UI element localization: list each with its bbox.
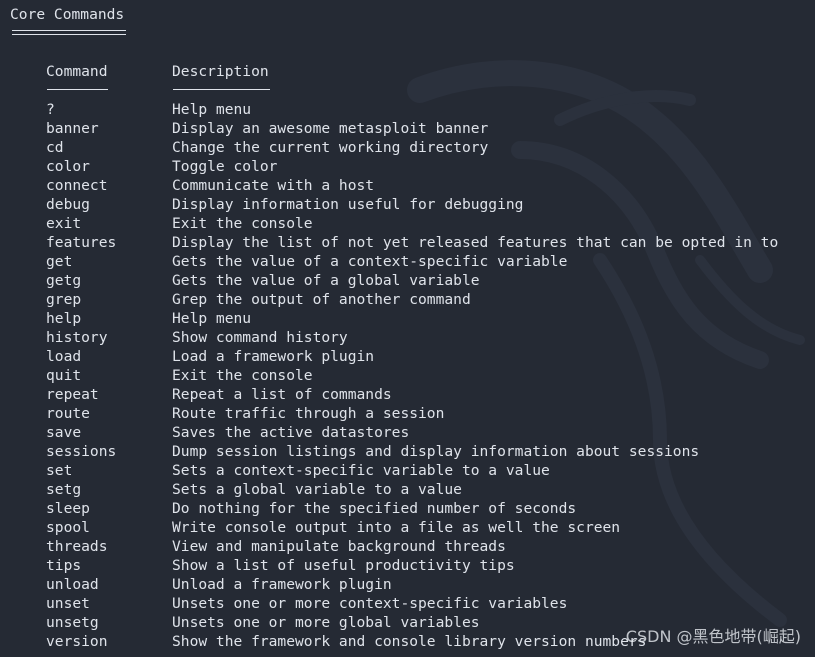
table-row: tips Show a list of useful productivity t… [0, 556, 815, 575]
table-row: connect Communicate with a host [0, 176, 815, 195]
command-description: Dump session listings and display inform… [172, 443, 700, 460]
command-name: cd [46, 139, 64, 156]
command-name: banner [46, 120, 99, 137]
command-description: Load a framework plugin [172, 348, 375, 365]
command-description: Gets the value of a global variable [172, 272, 480, 289]
command-name: history [46, 329, 108, 346]
command-description: Display an awesome metasploit banner [172, 120, 489, 137]
command-name: get [46, 253, 73, 270]
command-description: Show a list of useful productivity tips [172, 557, 515, 574]
terminal-window[interactable]: Core Commands Command Description ? Help … [0, 0, 815, 657]
command-name: unset [46, 595, 90, 612]
command-description: Saves the active datastores [172, 424, 410, 441]
command-name: unsetg [46, 614, 99, 631]
command-name: tips [46, 557, 82, 574]
column-header-command: Command [46, 63, 108, 80]
command-name: debug [46, 196, 90, 213]
column-header-description-underline [173, 89, 270, 90]
command-description: Sets a global variable to a value [172, 481, 462, 498]
command-description: Change the current working directory [172, 139, 489, 156]
command-description: Gets the value of a context-specific var… [172, 253, 568, 270]
command-name: quit [46, 367, 82, 384]
title-double-underline [12, 30, 126, 35]
command-description: Write console output into a file as well… [172, 519, 621, 536]
command-name: connect [46, 177, 108, 194]
table-row: banner Display an awesome metasploit bann… [0, 119, 815, 138]
table-row: route Route traffic through a session [0, 404, 815, 423]
command-description: Show the framework and console library v… [172, 633, 647, 650]
command-description: Display the list of not yet released fea… [172, 234, 779, 251]
command-name: exit [46, 215, 82, 232]
command-name: threads [46, 538, 108, 555]
table-row: cd Change the current working directory [0, 138, 815, 157]
table-row: ? Help menu [0, 100, 815, 119]
column-header-description: Description [172, 63, 269, 80]
command-name: save [46, 424, 82, 441]
column-header-command-underline [47, 89, 108, 90]
table-row: set Sets a context-specific variable to a… [0, 461, 815, 480]
command-name: load [46, 348, 82, 365]
table-row: color Toggle color [0, 157, 815, 176]
command-description: Communicate with a host [172, 177, 375, 194]
command-description: Unload a framework plugin [172, 576, 392, 593]
command-name: ? [46, 101, 55, 118]
table-row: sessions Dump session listings and displa… [0, 442, 815, 461]
command-table: ? Help menu banner Display an awesome metas… [0, 100, 815, 651]
command-description: Exit the console [172, 215, 313, 232]
table-row: help Help menu [0, 309, 815, 328]
table-row: unload Unload a framework plugin [0, 575, 815, 594]
table-row: quit Exit the console [0, 366, 815, 385]
command-description: View and manipulate background threads [172, 538, 506, 555]
table-row: save Saves the active datastores [0, 423, 815, 442]
command-description: Grep the output of another command [172, 291, 471, 308]
command-description: Do nothing for the specified number of s… [172, 500, 577, 517]
command-description: Exit the console [172, 367, 313, 384]
table-row: unset Unsets one or more context-specific… [0, 594, 815, 613]
command-name: set [46, 462, 73, 479]
table-row: load Load a framework plugin [0, 347, 815, 366]
command-description: Sets a context-specific variable to a va… [172, 462, 550, 479]
command-description: Unsets one or more context-specific vari… [172, 595, 568, 612]
table-row: debug Display information useful for debu… [0, 195, 815, 214]
command-name: unload [46, 576, 99, 593]
command-name: route [46, 405, 90, 422]
table-row: features Display the list of not yet rele… [0, 233, 815, 252]
command-name: spool [46, 519, 90, 536]
command-name: help [46, 310, 82, 327]
section-title: Core Commands [10, 6, 125, 23]
table-row: threads View and manipulate background th… [0, 537, 815, 556]
command-description: Repeat a list of commands [172, 386, 392, 403]
command-description: Toggle color [172, 158, 278, 175]
command-description: Help menu [172, 310, 252, 327]
table-row: repeat Repeat a list of commands [0, 385, 815, 404]
watermark-text: CSDN @黑色地带(崛起) [625, 627, 801, 646]
command-description: Unsets one or more global variables [172, 614, 480, 631]
table-row: setg Sets a global variable to a value [0, 480, 815, 499]
table-row: exit Exit the console [0, 214, 815, 233]
command-name: features [46, 234, 117, 251]
command-name: color [46, 158, 90, 175]
command-name: grep [46, 291, 82, 308]
table-row: sleep Do nothing for the specified number… [0, 499, 815, 518]
table-row: getg Gets the value of a global variable [0, 271, 815, 290]
command-description: Route traffic through a session [172, 405, 445, 422]
command-description: Help menu [172, 101, 252, 118]
command-name: setg [46, 481, 82, 498]
table-row: spool Write console output into a file as… [0, 518, 815, 537]
command-name: sessions [46, 443, 117, 460]
command-description: Show command history [172, 329, 348, 346]
command-name: version [46, 633, 108, 650]
table-row: history Show command history [0, 328, 815, 347]
command-description: Display information useful for debugging [172, 196, 524, 213]
command-name: sleep [46, 500, 90, 517]
table-row: grep Grep the output of another command [0, 290, 815, 309]
command-name: getg [46, 272, 82, 289]
command-name: repeat [46, 386, 99, 403]
table-row: get Gets the value of a context-specific … [0, 252, 815, 271]
